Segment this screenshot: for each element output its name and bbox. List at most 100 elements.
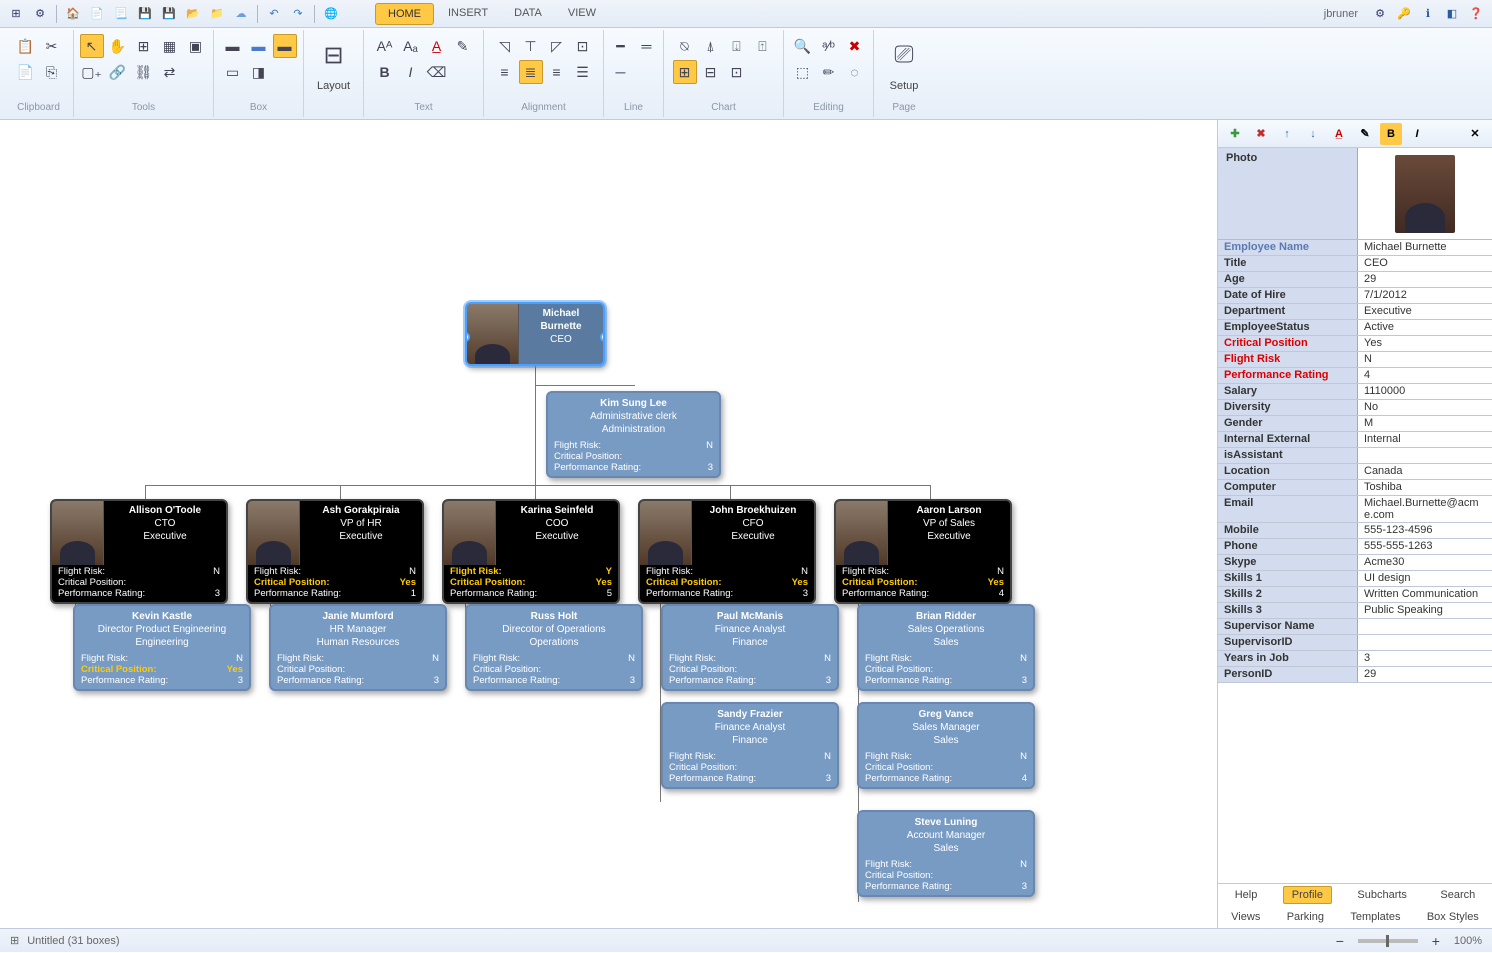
shadow-icon[interactable]: ◨ — [247, 60, 271, 84]
profile-row[interactable]: Critical PositionYes — [1218, 336, 1492, 352]
node-paul[interactable]: Paul McManisFinance AnalystFinanceFlight… — [661, 604, 839, 691]
text-color-icon[interactable]: A̲ — [1328, 123, 1350, 145]
align-c-icon[interactable]: ≣ — [519, 60, 543, 84]
unlink-icon[interactable]: ⛓ — [132, 60, 156, 84]
erase-icon[interactable]: ◌ — [843, 60, 867, 84]
chart-cascade-icon[interactable]: ⍗ — [725, 34, 749, 58]
align-ex-icon[interactable]: ⊡ — [571, 34, 595, 58]
align-j-icon[interactable]: ☰ — [571, 60, 595, 84]
info-icon[interactable]: ℹ — [1418, 4, 1438, 24]
chart-style3-icon[interactable]: ⊡ — [725, 60, 749, 84]
chart-tree-icon[interactable]: ⍉ — [673, 34, 697, 58]
cut-icon[interactable]: ✂ — [40, 34, 64, 58]
profile-row[interactable]: EmailMichael.Burnette@acme.com — [1218, 496, 1492, 523]
tab-view[interactable]: VIEW — [556, 3, 608, 25]
chart-flow-icon[interactable]: ⍋ — [699, 34, 723, 58]
new-file-icon[interactable]: 📄 — [87, 4, 107, 24]
remove-icon[interactable]: ✖ — [1250, 123, 1272, 145]
open-icon[interactable]: 📂 — [183, 4, 203, 24]
highlight2-icon[interactable]: ✎ — [1354, 123, 1376, 145]
select-icon[interactable]: ▦ — [158, 34, 182, 58]
node-russ[interactable]: Russ HoltDirecotor of OperationsOperatio… — [465, 604, 643, 691]
zoom-in-icon[interactable]: + — [1424, 929, 1448, 953]
bold-icon[interactable]: B — [373, 60, 397, 84]
profile-row[interactable]: Phone555-555-1263 — [1218, 539, 1492, 555]
align-l-icon[interactable]: ≡ — [493, 60, 517, 84]
chart-layout-icon[interactable]: ⍐ — [751, 34, 775, 58]
window-icon[interactable]: ◧ — [1442, 4, 1462, 24]
add-box-icon[interactable]: ▢₊ — [80, 60, 104, 84]
profile-row[interactable]: Supervisor Name — [1218, 619, 1492, 635]
profile-row[interactable]: Flight RiskN — [1218, 352, 1492, 368]
home-icon[interactable]: 🏠 — [63, 4, 83, 24]
paste-icon[interactable]: 📋 — [14, 34, 38, 58]
delete-icon[interactable]: ✖ — [843, 34, 867, 58]
box-style2-icon[interactable]: ▬ — [247, 34, 271, 58]
italic2-icon[interactable]: I — [1406, 123, 1428, 145]
italic-icon[interactable]: I — [399, 60, 423, 84]
bold2-icon[interactable]: B — [1380, 123, 1402, 145]
layout-icon[interactable]: ⊟ — [313, 34, 355, 76]
redo-icon[interactable]: ↷ — [288, 4, 308, 24]
node-greg[interactable]: Greg VanceSales ManagerSalesFlight Risk:… — [857, 702, 1035, 789]
profile-row[interactable]: Skills 2Written Communication — [1218, 587, 1492, 603]
line-style3-icon[interactable]: ─ — [609, 60, 633, 84]
zoom-slider[interactable] — [1358, 939, 1418, 943]
profile-row[interactable]: DiversityNo — [1218, 400, 1492, 416]
profile-row[interactable]: Mobile555-123-4596 — [1218, 523, 1492, 539]
profile-row[interactable]: Performance Rating4 — [1218, 368, 1492, 384]
line-style1-icon[interactable]: ━ — [609, 34, 633, 58]
save-icon[interactable]: 💾 — [135, 4, 155, 24]
link-icon[interactable]: 🔗 — [106, 60, 130, 84]
globe-icon[interactable]: 🌐 — [321, 4, 341, 24]
align-tc-icon[interactable]: ⊤ — [519, 34, 543, 58]
pointer-icon[interactable]: ↖ — [80, 34, 104, 58]
move-up-icon[interactable]: ↑ — [1276, 123, 1298, 145]
node-cto[interactable]: Allison O'TooleCTOExecutiveFlight Risk:N… — [50, 499, 228, 604]
profile-row[interactable]: Salary1110000 — [1218, 384, 1492, 400]
node-kevin[interactable]: Kevin KastleDirector Product Engineering… — [73, 604, 251, 691]
profile-row[interactable]: Skills 1UI design — [1218, 571, 1492, 587]
sidetab-help[interactable]: Help — [1227, 887, 1266, 903]
profile-row[interactable]: SkypeAcme30 — [1218, 555, 1492, 571]
font-increase-icon[interactable]: Aᴬ — [373, 34, 397, 58]
dup-icon[interactable]: ⎘ — [40, 60, 64, 84]
find-icon[interactable]: 🔍 — [791, 34, 815, 58]
node-janie[interactable]: Janie MumfordHR ManagerHuman ResourcesFl… — [269, 604, 447, 691]
font-decrease-icon[interactable]: Aₐ — [399, 34, 423, 58]
sidetab-boxstyles[interactable]: Box Styles — [1419, 909, 1487, 925]
sidetab-search[interactable]: Search — [1432, 887, 1483, 903]
new-sheet-icon[interactable]: 📃 — [111, 4, 131, 24]
add-icon[interactable]: ✚ — [1224, 123, 1246, 145]
align-tr-icon[interactable]: ◸ — [545, 34, 569, 58]
profile-row[interactable]: Age29 — [1218, 272, 1492, 288]
profile-row[interactable]: DepartmentExecutive — [1218, 304, 1492, 320]
profile-row[interactable]: Internal ExternalInternal — [1218, 432, 1492, 448]
help-icon[interactable]: ❓ — [1466, 4, 1486, 24]
profile-row[interactable]: Years in Job3 — [1218, 651, 1492, 667]
profile-row[interactable]: ComputerToshiba — [1218, 480, 1492, 496]
zoom-out-icon[interactable]: − — [1328, 929, 1352, 953]
node-sandy[interactable]: Sandy FrazierFinance AnalystFinanceFligh… — [661, 702, 839, 789]
key-icon[interactable]: 🔑 — [1394, 4, 1414, 24]
sidetab-parking[interactable]: Parking — [1279, 909, 1332, 925]
settings-icon[interactable]: ⚙ — [1370, 4, 1390, 24]
chart-style1-icon[interactable]: ⊞ — [673, 60, 697, 84]
profile-row[interactable]: TitleCEO — [1218, 256, 1492, 272]
page-setup-icon[interactable]: ⎚ — [883, 34, 925, 76]
profile-row[interactable]: GenderM — [1218, 416, 1492, 432]
box-style1-icon[interactable]: ▬ — [221, 34, 245, 58]
node-brian[interactable]: Brian RidderSales OperationsSalesFlight … — [857, 604, 1035, 691]
profile-row[interactable]: SupervisorID — [1218, 635, 1492, 651]
close-panel-icon[interactable]: ✕ — [1464, 123, 1486, 145]
profile-row[interactable]: isAssistant — [1218, 448, 1492, 464]
profile-row[interactable]: Employee NameMichael Burnette — [1218, 240, 1492, 256]
sidetab-profile[interactable]: Profile — [1283, 886, 1332, 904]
wizard-icon[interactable]: ⚙ — [30, 4, 50, 24]
profile-row[interactable]: LocationCanada — [1218, 464, 1492, 480]
box-style3-icon[interactable]: ▬ — [273, 34, 297, 58]
profile-row[interactable]: EmployeeStatusActive — [1218, 320, 1492, 336]
border-icon[interactable]: ▭ — [221, 60, 245, 84]
align-tl-icon[interactable]: ◹ — [493, 34, 517, 58]
sidetab-templates[interactable]: Templates — [1342, 909, 1408, 925]
